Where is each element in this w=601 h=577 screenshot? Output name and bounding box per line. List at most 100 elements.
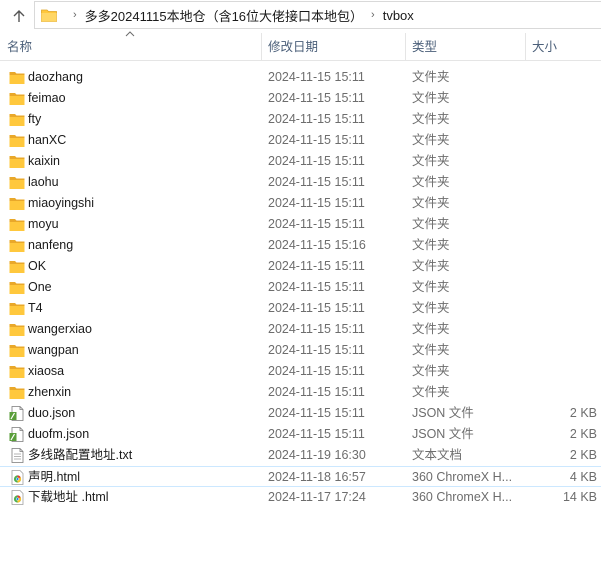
column-header: 名称 修改日期 类型 大小: [0, 33, 601, 61]
up-arrow-icon[interactable]: [8, 5, 30, 27]
file-type: 文件夹: [412, 259, 450, 273]
file-type: 文件夹: [412, 364, 450, 378]
folder-icon: [9, 112, 25, 127]
file-date: 2024-11-15 15:11: [268, 406, 365, 420]
file-date: 2024-11-15 15:11: [268, 322, 365, 336]
file-type: 文本文档: [412, 448, 463, 462]
file-name: wangerxiao: [28, 322, 92, 336]
file-row[interactable]: daozhang 2024-11-15 15:11 文件夹: [0, 67, 601, 88]
file-size: 14 KB: [562, 490, 597, 504]
html-file-icon: [9, 490, 25, 505]
file-name: hanXC: [28, 133, 67, 147]
folder-icon: [9, 154, 25, 169]
file-name: xiaosa: [28, 364, 65, 378]
file-date: 2024-11-15 15:11: [268, 217, 365, 231]
file-type: 文件夹: [412, 175, 450, 189]
file-row[interactable]: duo.json 2024-11-15 15:11 JSON 文件 2 KB: [0, 403, 601, 424]
file-size: 2 KB: [569, 406, 597, 420]
file-date: 2024-11-15 15:11: [268, 91, 365, 105]
folder-icon: [9, 301, 25, 316]
file-row[interactable]: T4 2024-11-15 15:11 文件夹: [0, 298, 601, 319]
file-type: JSON 文件: [412, 406, 474, 420]
file-date: 2024-11-15 15:11: [268, 385, 365, 399]
file-date: 2024-11-17 17:24: [268, 490, 366, 504]
file-name: duofm.json: [28, 427, 90, 441]
file-row[interactable]: hanXC 2024-11-15 15:11 文件夹: [0, 130, 601, 151]
folder-icon: [9, 238, 25, 253]
file-date: 2024-11-15 15:11: [268, 196, 365, 210]
file-name: moyu: [28, 217, 59, 231]
folder-icon: [9, 175, 25, 190]
file-row[interactable]: nanfeng 2024-11-15 15:16 文件夹: [0, 235, 601, 256]
file-date: 2024-11-15 15:11: [268, 154, 365, 168]
file-date: 2024-11-15 15:11: [268, 175, 365, 189]
file-name: wangpan: [28, 343, 79, 357]
folder-icon: [9, 280, 25, 295]
file-name: 下载地址 .html: [28, 490, 109, 504]
file-date: 2024-11-15 15:11: [268, 259, 365, 273]
folder-icon: [9, 70, 25, 85]
folder-icon: [9, 385, 25, 400]
file-name: miaoyingshi: [28, 196, 95, 210]
file-type: 文件夹: [412, 385, 450, 399]
chevron-right-icon[interactable]: ›: [371, 9, 375, 21]
text-file-icon: [9, 448, 25, 463]
file-type: 文件夹: [412, 301, 450, 315]
file-row[interactable]: One 2024-11-15 15:11 文件夹: [0, 277, 601, 298]
file-row[interactable]: moyu 2024-11-15 15:11 文件夹: [0, 214, 601, 235]
file-date: 2024-11-15 15:11: [268, 301, 365, 315]
html-file-icon: [9, 470, 25, 485]
file-row[interactable]: wangpan 2024-11-15 15:11 文件夹: [0, 340, 601, 361]
file-date: 2024-11-18 16:57: [268, 470, 366, 484]
file-date: 2024-11-15 15:11: [268, 70, 365, 84]
breadcrumb-parent[interactable]: 多多20241115本地仓（含16位大佬接口本地包）: [85, 6, 363, 25]
file-row[interactable]: fty 2024-11-15 15:11 文件夹: [0, 109, 601, 130]
file-name: OK: [28, 259, 47, 273]
file-type: 文件夹: [412, 154, 450, 168]
file-date: 2024-11-15 15:16: [268, 238, 366, 252]
file-row[interactable]: 下载地址 .html 2024-11-17 17:24 360 ChromeX H.…: [0, 487, 601, 508]
file-type: 360 ChromeX H...: [412, 490, 513, 504]
file-name: feimao: [28, 91, 66, 105]
column-header-type[interactable]: 类型: [406, 33, 526, 61]
file-name: 多线路配置地址.txt: [28, 448, 133, 462]
file-row[interactable]: 多线路配置地址.txt 2024-11-19 16:30 文本文档 2 KB: [0, 445, 601, 466]
file-row[interactable]: feimao 2024-11-15 15:11 文件夹: [0, 88, 601, 109]
file-row[interactable]: kaixin 2024-11-15 15:11 文件夹: [0, 151, 601, 172]
file-date: 2024-11-15 15:11: [268, 364, 365, 378]
file-row[interactable]: xiaosa 2024-11-15 15:11 文件夹: [0, 361, 601, 382]
chevron-right-icon[interactable]: ›: [73, 9, 77, 21]
column-header-size[interactable]: 大小: [526, 33, 601, 61]
breadcrumb-current[interactable]: tvbox: [383, 8, 414, 23]
file-name: daozhang: [28, 70, 83, 84]
json-file-icon: [9, 427, 25, 442]
file-date: 2024-11-15 15:11: [268, 427, 365, 441]
file-type: 文件夹: [412, 343, 450, 357]
folder-icon: [9, 133, 25, 148]
sort-ascending-icon: [125, 30, 135, 40]
file-list: daozhang 2024-11-15 15:11 文件夹 feimao 2024-1…: [0, 67, 601, 508]
file-type: 文件夹: [412, 91, 450, 105]
file-name: T4: [28, 301, 43, 315]
file-row[interactable]: laohu 2024-11-15 15:11 文件夹: [0, 172, 601, 193]
file-row[interactable]: zhenxin 2024-11-15 15:11 文件夹: [0, 382, 601, 403]
file-name: 声明.html: [28, 470, 81, 484]
file-type: 文件夹: [412, 112, 450, 126]
file-row[interactable]: duofm.json 2024-11-15 15:11 JSON 文件 2 KB: [0, 424, 601, 445]
file-row[interactable]: 声明.html 2024-11-18 16:57 360 ChromeX H... 4…: [0, 466, 601, 487]
file-row[interactable]: OK 2024-11-15 15:11 文件夹: [0, 256, 601, 277]
file-size: 2 KB: [569, 448, 597, 462]
file-type: 文件夹: [412, 133, 450, 147]
file-type: 文件夹: [412, 280, 450, 294]
file-name: kaixin: [28, 154, 60, 168]
file-type: 文件夹: [412, 238, 450, 252]
file-row[interactable]: wangerxiao 2024-11-15 15:11 文件夹: [0, 319, 601, 340]
folder-icon: [41, 9, 57, 22]
file-date: 2024-11-19 16:30: [268, 448, 366, 462]
folder-icon: [9, 322, 25, 337]
file-row[interactable]: miaoyingshi 2024-11-15 15:11 文件夹: [0, 193, 601, 214]
column-header-date[interactable]: 修改日期: [262, 33, 406, 61]
address-bar[interactable]: › 多多20241115本地仓（含16位大佬接口本地包） › tvbox: [34, 1, 601, 29]
file-date: 2024-11-15 15:11: [268, 133, 365, 147]
file-name: zhenxin: [28, 385, 72, 399]
